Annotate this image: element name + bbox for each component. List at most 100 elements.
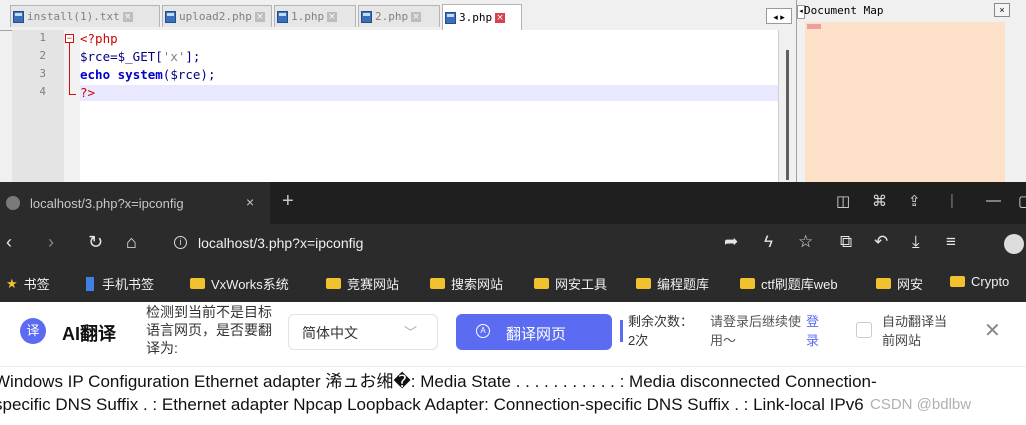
bookmark-item[interactable]: 搜索网站 [430,274,503,293]
folder-icon [190,278,205,289]
login-hint: 请登录后继续使用～ [710,314,802,348]
tab-label: 3.php [459,11,493,24]
bookmark-label: 竞赛网站 [347,277,400,292]
fold-margin [64,30,80,182]
bookmark-item[interactable]: 手机书签 [86,274,154,293]
bookmark-item[interactable]: 网安工具 [534,274,607,293]
line-number: 4 [39,85,46,98]
file-icon [277,10,288,23]
url-text[interactable]: localhost/3.php?x=ipconfig [198,235,363,251]
home-icon[interactable]: ⌂ [126,232,137,253]
reading-list-icon[interactable]: ≡ [946,232,956,252]
document-map-preview [807,24,821,29]
document-map-view[interactable] [805,22,1005,182]
output-line-1: Windows IP Configuration Ethernet adapte… [0,372,877,391]
tab-1-php[interactable]: 1.php × [274,5,356,27]
document-map-close-button[interactable]: × [994,3,1010,17]
back-button[interactable]: ‹ [6,232,12,253]
remaining-accent [620,320,623,342]
bookmark-item[interactable]: ctf刷题库web [740,274,838,293]
folder-icon [534,278,549,289]
forward-button[interactable]: › [48,232,54,253]
bookmark-label: ctf刷题库web [761,277,838,292]
reload-button[interactable]: ↻ [88,232,103,253]
extension-icon[interactable]: ⧉ [840,232,852,252]
document-map-scrollbar[interactable] [1006,22,1026,182]
translate-logo-icon: 译 [20,318,46,344]
scrollbar-thumb[interactable] [786,50,789,180]
bookmark-label: 书签 [23,277,50,292]
bookmark-item[interactable]: 竞赛网站 [326,274,399,293]
code-keyword: echo [80,67,118,82]
folder-icon [876,278,891,289]
info-icon[interactable]: i [174,236,187,249]
bookmark-star-icon[interactable]: ☆ [798,232,813,252]
current-line-highlight [80,85,778,101]
profile-avatar[interactable] [1004,234,1024,254]
watermark: CSDN @bdlbw [870,396,972,413]
file-icon [13,10,24,23]
bookmark-label: Crypto [971,274,1010,289]
send-icon[interactable]: ➦ [724,232,738,252]
tab-label: 2.php [375,10,409,23]
code-line-1: <?php [80,31,118,46]
bookmark-label: VxWorks系统 [211,277,289,292]
code-function: system [117,67,163,82]
title-divider: | [950,192,954,209]
extensions-icon[interactable]: ⌘ [872,192,887,210]
folder-icon [740,278,755,289]
translate-question: 检测到当前不是目标语言网页，是否要翻译为: [146,304,272,356]
star-icon: ★ [6,275,18,291]
share-icon[interactable]: ⇪ [908,192,921,210]
file-icon [165,10,176,23]
lightning-icon[interactable]: ϟ [764,232,773,252]
tab-label: 1.php [291,10,325,23]
download-icon[interactable]: ⤓ [912,232,920,252]
close-icon[interactable]: × [411,11,422,22]
tab-scroll-arrows[interactable]: ◂ ▸ [766,8,792,24]
chevron-down-icon: ﹀ [404,325,418,340]
translate-icon: A [476,324,490,338]
line-number: 3 [39,67,46,80]
line-number: 1 [39,31,46,44]
fold-line [69,43,70,95]
phone-icon [86,276,94,291]
tab-3-php[interactable]: 3.php × [442,4,522,30]
code-token: ($rce); [162,67,216,82]
login-link[interactable]: 登录 [806,312,824,350]
tab-2-php[interactable]: 2.php × [358,5,440,27]
translate-button-label: 翻译网页 [506,326,567,343]
document-map-title: Document Map [804,4,884,17]
tab-label: upload2.php [179,10,252,23]
bookmark-item[interactable]: 编程题库 [636,274,709,293]
translate-close-button[interactable]: ✕ [984,318,1001,343]
folder-icon [430,278,445,289]
tab-upload2-php[interactable]: upload2.php × [162,5,272,27]
minimize-button[interactable]: — [986,192,1001,209]
history-back-icon[interactable]: ↶ [874,232,888,252]
maximize-button[interactable]: ▢ [1018,192,1026,210]
tab-search-icon[interactable]: ◫ [836,192,850,210]
close-icon[interactable]: × [327,11,338,22]
bookmark-item[interactable]: 网安 [876,274,923,293]
code-line-4: ?> [80,85,96,100]
language-select-value: 简体中文 [302,325,358,341]
folder-icon [636,278,651,289]
translate-title: AI翻译 [62,324,116,344]
folder-icon [326,278,341,289]
new-tab-button[interactable]: + [282,190,294,213]
close-icon[interactable]: × [495,12,506,23]
bookmark-item[interactable]: VxWorks系统 [190,274,289,293]
bookmark-label: 编程题库 [657,277,710,292]
bookmark-item[interactable]: ★ 书签 [6,274,50,293]
fold-toggle-icon[interactable]: − [65,34,74,43]
code-token: ]; [185,49,201,64]
auto-translate-checkbox[interactable] [856,322,872,338]
code-line-3: echo system($rce); [80,67,215,83]
close-icon[interactable]: × [122,11,133,22]
tab-install-txt[interactable]: install(1).txt × [10,5,160,27]
remaining-count: 剩余次数：2次 [628,314,694,348]
tab-close-button[interactable]: × [246,194,254,210]
bookmark-item[interactable]: Crypto [950,274,1009,289]
close-icon[interactable]: × [254,11,265,22]
